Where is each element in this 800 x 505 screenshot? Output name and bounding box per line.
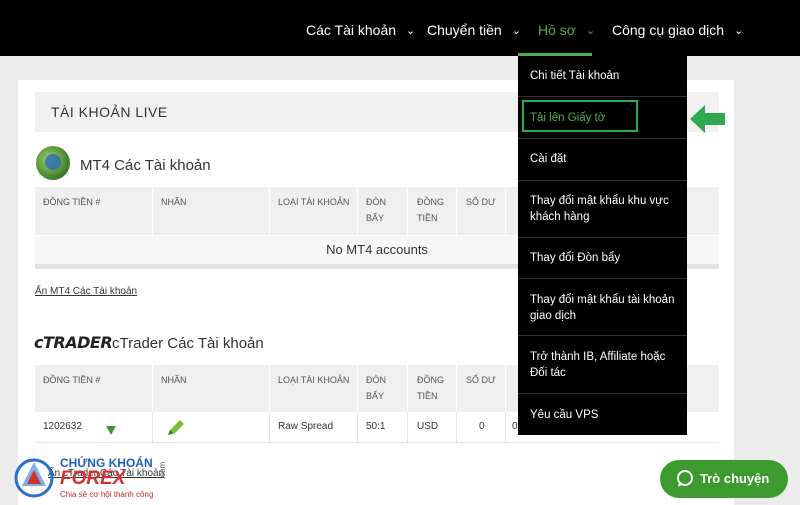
watermark-line3: Chia sẻ cơ hội thành công: [60, 490, 154, 499]
chat-bubble-icon: [676, 470, 694, 491]
col-header-leverage: ĐÒN BẨY: [366, 197, 386, 223]
edit-label-icon[interactable]: [166, 419, 186, 442]
balance: 0: [479, 421, 485, 432]
col-header-balance: SỐ DƯ: [466, 375, 496, 385]
ctrader-logo: cTRADER: [34, 333, 113, 352]
chevron-down-icon: ⌄: [511, 25, 521, 37]
watermark-emblem-icon: [14, 458, 54, 498]
nav-accounts-label: Các Tài khoản: [306, 22, 397, 38]
expand-row-icon[interactable]: [106, 422, 116, 440]
nav-trading-tools[interactable]: Công cụ giao dịch ⌄: [612, 22, 743, 38]
chat-button[interactable]: Trò chuyện: [660, 460, 788, 498]
col-header-account-type: LOẠI TÀI KHOẢN: [278, 375, 350, 385]
nav-transfer[interactable]: Chuyển tiền ⌄: [427, 22, 521, 38]
col-header-label: NHÃN: [161, 197, 187, 207]
nav-accounts[interactable]: Các Tài khoản ⌄: [306, 22, 415, 38]
col-header-leverage: ĐÒN BẨY: [366, 375, 386, 401]
watermark-dotcom: .com: [158, 461, 168, 480]
top-nav: Các Tài khoản ⌄ Chuyển tiền ⌄ Hồ sơ ⌄ Công …: [0, 0, 800, 56]
highlight-box: [522, 100, 638, 132]
account-number: 1202632: [43, 421, 82, 432]
watermark-line2: FOREX: [60, 468, 126, 489]
arrow-left-icon: [690, 104, 726, 134]
leverage: 50:1: [366, 421, 386, 432]
col-header-account: ĐỒNG TIỀN #: [43, 197, 101, 207]
currency: USD: [417, 421, 439, 432]
nav-trading-tools-label: Công cụ giao dịch: [612, 22, 725, 38]
col-header-currency: ĐỒNG TIỀN: [417, 375, 444, 401]
chat-button-label: Trò chuyện: [700, 471, 770, 486]
equity: 0: [512, 421, 518, 432]
col-header-account: ĐỒNG TIỀN #: [43, 375, 101, 385]
nav-profile-label: Hồ sơ: [538, 22, 576, 38]
chevron-down-icon: ⌄: [585, 25, 596, 37]
account-type: Raw Spread: [278, 421, 334, 432]
ctrader-section-title: cTrader Các Tài khoản: [112, 335, 264, 352]
live-accounts-title: TÀI KHOẢN LIVE: [51, 104, 168, 120]
nav-transfer-label: Chuyển tiền: [427, 22, 502, 38]
watermark-logo: CHỨNG KHOÁN FOREX Chia sẻ cơ hội thành c…: [14, 452, 184, 502]
col-header-account-type: LOẠI TÀI KHOẢN: [278, 197, 350, 207]
col-header-balance: SỐ DƯ: [466, 197, 496, 207]
chevron-down-icon: ⌄: [406, 25, 416, 37]
mt4-section-title: MT4 Các Tài khoản: [80, 157, 211, 174]
nav-profile[interactable]: Hồ sơ ⌄: [538, 22, 595, 38]
col-header-label: NHÃN: [161, 375, 187, 385]
col-header-currency: ĐỒNG TIỀN: [417, 197, 444, 223]
chevron-down-icon: ⌄: [734, 25, 744, 37]
mt4-logo-icon: [36, 146, 70, 180]
hide-mt4-accounts-link[interactable]: Ẩn MT4 Các Tài khoản: [35, 286, 137, 297]
